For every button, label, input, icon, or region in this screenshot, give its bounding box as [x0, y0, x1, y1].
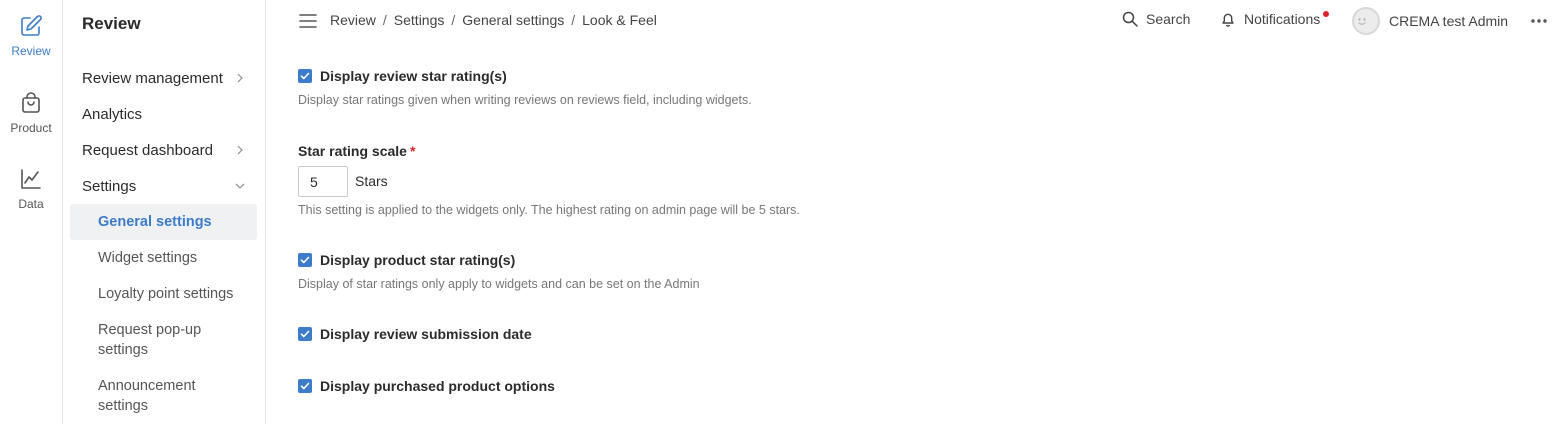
display-submission-date-checkbox[interactable] [298, 327, 312, 341]
nav-item-label: Analytics [82, 105, 143, 123]
shopping-bag-icon [22, 92, 40, 113]
breadcrumb-separator: / [382, 12, 387, 28]
rail-item-data[interactable]: Data [0, 167, 62, 211]
rail-item-label: Review [11, 44, 51, 58]
user-name: CREMA test Admin [1389, 13, 1509, 29]
checkmark-icon [300, 256, 310, 264]
nav-item-settings[interactable]: Settings [82, 174, 250, 198]
checkmark-icon [300, 72, 310, 80]
sub-item-request-popup-settings[interactable]: Request pop-up settings [70, 320, 240, 360]
nav-item-label: Request dashboard [82, 141, 213, 159]
star-scale-unit: Stars [355, 173, 388, 189]
smiley-face-icon [1358, 18, 1366, 25]
hamburger-menu-icon[interactable] [299, 13, 317, 29]
display-submission-date-row: Display review submission date [298, 326, 532, 342]
search-label: Search [1146, 11, 1191, 27]
sub-item-loyalty-point-settings[interactable]: Loyalty point settings [70, 284, 257, 304]
top-bar: Review / Settings / General settings / Look & … [266, 0, 1562, 42]
star-scale-input[interactable] [298, 166, 348, 197]
display-review-star-row: Display review star rating(s) [298, 68, 507, 84]
display-purchased-options-checkbox[interactable] [298, 379, 312, 393]
star-scale-label-text: Star rating scale [298, 143, 407, 159]
more-options-icon[interactable] [1530, 14, 1548, 28]
line-chart-icon [21, 169, 41, 189]
user-menu[interactable]: CREMA test Admin [1352, 7, 1508, 35]
breadcrumb-current: Look & Feel [582, 12, 657, 28]
nav-item-label: Settings [82, 177, 137, 195]
display-product-star-checkbox[interactable] [298, 253, 312, 267]
rail-item-label: Product [10, 121, 52, 135]
nav-item-analytics[interactable]: Analytics [82, 102, 250, 126]
app-rail: Review Product Data [0, 0, 63, 424]
nav-item-label: Review management [82, 69, 223, 87]
display-purchased-options-label: Display purchased product options [320, 378, 555, 394]
rail-item-label: Data [18, 197, 44, 211]
edit-icon [21, 15, 42, 36]
checkmark-icon [300, 382, 310, 390]
search-icon [1122, 11, 1138, 27]
star-scale-label: Star rating scale * [298, 143, 415, 159]
chevron-right-icon [237, 145, 243, 155]
bell-icon [1222, 13, 1234, 27]
display-review-star-checkbox[interactable] [298, 69, 312, 83]
breadcrumb-review[interactable]: Review [330, 12, 376, 28]
display-review-star-help: Display star ratings given when writing … [298, 93, 752, 107]
breadcrumb-separator: / [451, 12, 456, 28]
display-review-star-label: Display review star rating(s) [320, 68, 507, 84]
checkmark-icon [300, 330, 310, 338]
search-button[interactable]: Search [1122, 11, 1190, 27]
nav-item-request-dashboard[interactable]: Request dashboard [82, 138, 250, 162]
display-product-star-help: Display of star ratings only apply to wi… [298, 277, 700, 291]
notifications-label: Notifications [1244, 11, 1321, 27]
rail-item-product[interactable]: Product [0, 91, 62, 135]
chevron-right-icon [237, 73, 243, 83]
display-submission-date-label: Display review submission date [320, 326, 532, 342]
nav-title: Review [82, 14, 141, 33]
notification-dot [1323, 11, 1329, 17]
breadcrumb-separator: / [571, 12, 576, 28]
sub-item-general-settings[interactable]: General settings [70, 204, 257, 240]
chevron-down-icon [235, 183, 245, 189]
rail-item-review[interactable]: Review [0, 14, 62, 58]
nav-item-review-management[interactable]: Review management [82, 66, 250, 90]
breadcrumb-settings[interactable]: Settings [394, 12, 445, 28]
sub-item-announcement-settings[interactable]: Announcement settings [70, 376, 220, 416]
display-purchased-options-row: Display purchased product options [298, 378, 555, 394]
required-mark: * [409, 143, 416, 159]
breadcrumb-general-settings[interactable]: General settings [462, 12, 564, 28]
nav-panel: Review Review management Analytics Reque… [63, 0, 266, 424]
display-product-star-row: Display product star rating(s) [298, 252, 515, 268]
star-scale-help: This setting is applied to the widgets o… [298, 203, 800, 217]
avatar [1352, 7, 1380, 35]
notifications-button[interactable]: Notifications [1220, 11, 1320, 27]
breadcrumb: Review / Settings / General settings / Look & … [330, 12, 657, 28]
sub-item-widget-settings[interactable]: Widget settings [70, 248, 257, 268]
display-product-star-label: Display product star rating(s) [320, 252, 516, 268]
